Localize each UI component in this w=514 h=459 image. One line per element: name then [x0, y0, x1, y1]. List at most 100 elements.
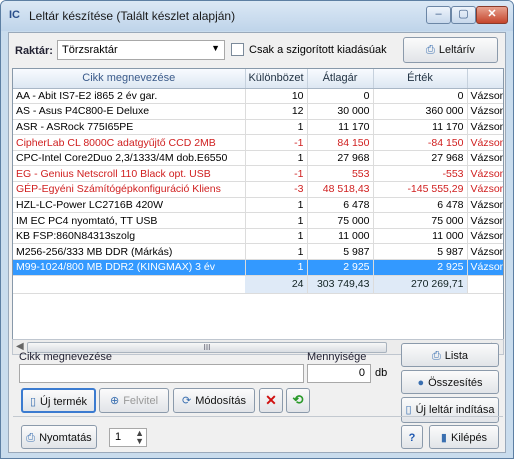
cell-extra[interactable]: Vázsonyin	[467, 134, 503, 151]
cell-value[interactable]: 5 987	[373, 243, 468, 261]
cell-diff[interactable]: -3	[245, 181, 308, 198]
delete-button[interactable]: ✕	[259, 388, 283, 413]
cell-avg[interactable]: 48 518,43	[307, 181, 374, 198]
header-average-price[interactable]: Átlagár	[307, 69, 374, 89]
cell-diff[interactable]: 1	[245, 150, 308, 167]
table-row[interactable]: CipherLab CL 8000C adatgyűjtő CCD 2MB -1 8…	[13, 134, 503, 151]
cell-extra[interactable]: Vázsonyin	[467, 228, 503, 245]
cell-value[interactable]: 0	[373, 88, 468, 105]
cell-diff[interactable]: 12	[245, 103, 308, 120]
cell-diff[interactable]: 1	[245, 228, 308, 245]
cell-name[interactable]: EG - Genius Netscroll 110 Black opt. USB	[13, 165, 246, 183]
item-name-input[interactable]	[19, 364, 304, 383]
leltariv-button[interactable]: ⎙ Leltárív	[403, 37, 498, 63]
cell-extra[interactable]: Vázsonyin	[467, 103, 503, 120]
cell-diff[interactable]: 1	[245, 212, 308, 229]
quantity-input[interactable]: 0	[307, 364, 371, 383]
list-button[interactable]: ⎙ Lista	[401, 343, 499, 367]
table-row[interactable]: EG - Genius Netscroll 110 Black opt. USB…	[13, 165, 503, 183]
cell-avg[interactable]: 2 925	[307, 259, 374, 276]
table-row[interactable]: AA - Abit IS7-E2 i865 2 év gar. 10 0 0 Vázso…	[13, 88, 503, 105]
cell-value[interactable]: 360 000	[373, 103, 468, 120]
cell-value[interactable]: 2 925	[373, 259, 468, 276]
cell-extra[interactable]: Vázsonyin	[467, 150, 503, 167]
modify-button[interactable]: ⟳ Módosítás	[173, 388, 255, 413]
cell-avg[interactable]: 5 987	[307, 243, 374, 261]
cell-avg[interactable]: 553	[307, 165, 374, 183]
cell-name[interactable]: HZL-LC-Power LC2716B 420W	[13, 197, 246, 214]
table-row[interactable]: AS - Asus P4C800-E Deluxe 12 30 000 360 000…	[13, 103, 503, 120]
title-bar[interactable]: IC Leltár készítése (Talált készlet alap…	[1, 1, 513, 31]
cell-avg[interactable]: 30 000	[307, 103, 374, 120]
cell-name[interactable]: GÉP-Egyéni Számítógépkonfiguráció Kliens	[13, 181, 246, 198]
exit-button[interactable]: ▮ Kilépés	[429, 425, 499, 449]
cell-diff[interactable]: 1	[245, 259, 308, 276]
new-inventory-button[interactable]: ▯ Új leltár indítása	[401, 397, 499, 423]
only-restricted-label[interactable]: Csak a szigorított kiadásúak	[249, 44, 387, 56]
cell-name[interactable]: IM EC PC4 nyomtató, TT USB	[13, 212, 246, 229]
minimize-button[interactable]: –	[426, 6, 451, 24]
cell-name[interactable]: AA - Abit IS7-E2 i865 2 év gar.	[13, 88, 246, 105]
cell-extra[interactable]: Vázsonyin	[467, 88, 503, 105]
cell-avg[interactable]: 11 170	[307, 119, 374, 136]
cell-avg[interactable]: 0	[307, 88, 374, 105]
header-value[interactable]: Érték	[373, 69, 468, 89]
cell-value[interactable]: -553	[373, 165, 468, 183]
cell-diff[interactable]: 1	[245, 243, 308, 261]
inventory-grid[interactable]: Cikk megnevezése Különbözet Átlagár Érté…	[12, 68, 504, 342]
cell-extra[interactable]: Vázsonyin	[467, 197, 503, 214]
header-difference[interactable]: Különbözet	[245, 69, 308, 89]
table-row[interactable]: M256-256/333 MB DDR (Márkás) 1 5 987 5 987 V…	[13, 243, 503, 261]
cell-name[interactable]: M99-1024/800 MB DDR2 (KINGMAX) 3 év	[13, 259, 246, 276]
cell-extra[interactable]: Vázsonyin	[467, 212, 503, 229]
refresh-button[interactable]: ⟲	[286, 388, 310, 413]
print-button[interactable]: ⎙ Nyomtatás	[21, 425, 97, 449]
cell-name[interactable]: CPC-Intel Core2Duo 2,3/1333/4M dob.E6550	[13, 150, 246, 167]
cell-extra[interactable]: Vázsonyin	[467, 181, 503, 198]
cell-avg[interactable]: 11 000	[307, 228, 374, 245]
cell-diff[interactable]: -1	[245, 134, 308, 151]
add-entry-button[interactable]: ⊕ Felvitel	[99, 388, 169, 413]
cell-value[interactable]: -84 150	[373, 134, 468, 151]
table-row[interactable]: IM EC PC4 nyomtató, TT USB 1 75 000 75 000 V…	[13, 212, 503, 229]
cell-diff[interactable]: 1	[245, 197, 308, 214]
cell-extra[interactable]: Vázsonyin	[467, 165, 503, 183]
help-button[interactable]: ?	[401, 425, 423, 449]
cell-value[interactable]: 11 000	[373, 228, 468, 245]
table-row[interactable]: M99-1024/800 MB DDR2 (KINGMAX) 3 év 1 2 92…	[13, 259, 503, 276]
table-row[interactable]: HZL-LC-Power LC2716B 420W 1 6 478 6 478 Vázs…	[13, 197, 503, 214]
cell-extra[interactable]: Vázsonyin	[467, 243, 503, 261]
cell-avg[interactable]: 75 000	[307, 212, 374, 229]
stepper-arrows-icon[interactable]: ▲ ▼	[135, 429, 144, 446]
cell-name[interactable]: CipherLab CL 8000C adatgyűjtő CCD 2MB	[13, 134, 246, 151]
table-row[interactable]: CPC-Intel Core2Duo 2,3/1333/4M dob.E6550…	[13, 150, 503, 167]
table-row[interactable]: GÉP-Egyéni Számítógépkonfiguráció Kliens…	[13, 181, 503, 198]
header-extra[interactable]	[467, 69, 503, 89]
cell-name[interactable]: KB FSP:860N84313szolg	[13, 228, 246, 245]
copies-stepper[interactable]: 1 ▲ ▼	[109, 428, 147, 447]
cell-value[interactable]: 6 478	[373, 197, 468, 214]
cell-value[interactable]: 11 170	[373, 119, 468, 136]
cell-avg[interactable]: 27 968	[307, 150, 374, 167]
cell-avg[interactable]: 6 478	[307, 197, 374, 214]
summary-button[interactable]: ● Összesítés	[401, 370, 499, 394]
close-button[interactable]: ✕	[476, 6, 508, 24]
cell-value[interactable]: 75 000	[373, 212, 468, 229]
warehouse-select[interactable]: Törzsraktár ▼	[57, 40, 225, 60]
cell-name[interactable]: AS - Asus P4C800-E Deluxe	[13, 103, 246, 120]
cell-extra[interactable]: Vázsonyin	[467, 259, 503, 276]
table-row[interactable]: KB FSP:860N84313szolg111 00011 000Vázson…	[13, 228, 503, 245]
cell-diff[interactable]: 10	[245, 88, 308, 105]
cell-name[interactable]: M256-256/333 MB DDR (Márkás)	[13, 243, 246, 261]
table-row[interactable]: ASR - ASRock 775I65PE111 17011 170Vázson…	[13, 119, 503, 136]
maximize-button[interactable]: ▢	[451, 6, 476, 24]
cell-avg[interactable]: 84 150	[307, 134, 374, 151]
cell-extra[interactable]: Vázsonyin	[467, 119, 503, 136]
only-restricted-checkbox[interactable]	[231, 43, 244, 56]
cell-name[interactable]: ASR - ASRock 775I65PE	[13, 119, 246, 136]
cell-value[interactable]: -145 555,29	[373, 181, 468, 198]
header-item-name[interactable]: Cikk megnevezése	[13, 69, 246, 89]
cell-diff[interactable]: -1	[245, 165, 308, 183]
new-product-button[interactable]: ▯ Új termék	[21, 388, 96, 413]
cell-diff[interactable]: 1	[245, 119, 308, 136]
